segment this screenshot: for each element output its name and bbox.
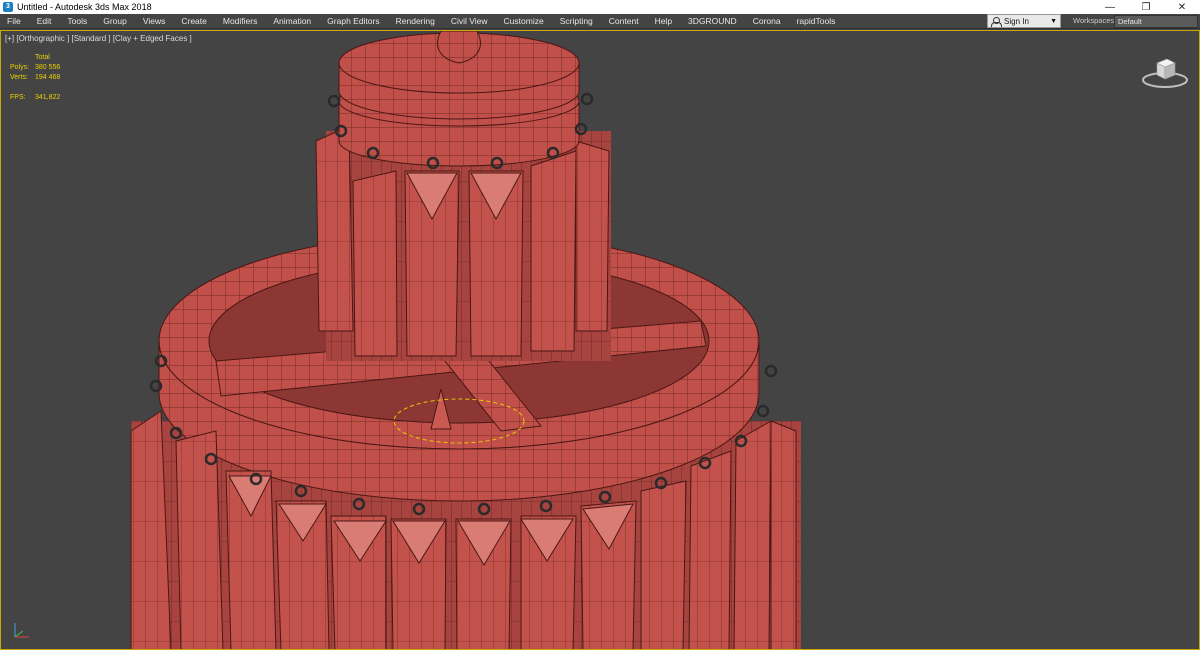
stats-total-label: Total bbox=[35, 54, 50, 61]
menu-help[interactable]: Help bbox=[647, 16, 680, 26]
menu-content[interactable]: Content bbox=[601, 16, 647, 26]
menu-rapidtools[interactable]: rapidTools bbox=[789, 16, 844, 26]
workspaces-label: Workspaces: bbox=[1073, 16, 1117, 25]
workspaces-select[interactable]: Default bbox=[1114, 15, 1198, 28]
viewcube-icon[interactable] bbox=[1139, 51, 1191, 91]
menu-scripting[interactable]: Scripting bbox=[552, 16, 601, 26]
stats-fps-label: FPS: bbox=[10, 94, 26, 101]
menu-edit[interactable]: Edit bbox=[29, 16, 60, 26]
menu-customize[interactable]: Customize bbox=[496, 16, 552, 26]
stats-polys-label: Polys: bbox=[10, 64, 30, 71]
menu-civil-view[interactable]: Civil View bbox=[443, 16, 496, 26]
menu-corona[interactable]: Corona bbox=[745, 16, 789, 26]
viewport-label-menu[interactable]: [+] [Orthographic ] [Standard ] [Clay + … bbox=[5, 34, 192, 43]
minimize-button[interactable]: — bbox=[1092, 0, 1128, 14]
menu-modifiers[interactable]: Modifiers bbox=[215, 16, 265, 26]
user-icon bbox=[991, 16, 1002, 27]
menu-tools[interactable]: Tools bbox=[59, 16, 95, 26]
close-button[interactable]: ✕ bbox=[1164, 0, 1200, 14]
sign-in-dropdown[interactable]: Sign In ▼ bbox=[987, 14, 1061, 28]
menu-graph-editors[interactable]: Graph Editors bbox=[319, 16, 387, 26]
menu-rendering[interactable]: Rendering bbox=[388, 16, 443, 26]
stats-verts-value: 194 468 bbox=[35, 74, 61, 81]
chandelier-model bbox=[130, 31, 801, 649]
stats-verts-label: Verts: bbox=[10, 74, 28, 81]
sign-in-label: Sign In bbox=[1004, 16, 1029, 26]
stats-fps-value: 341,822 bbox=[35, 94, 61, 101]
menu-3dground[interactable]: 3DGROUND bbox=[680, 16, 745, 26]
title-bar: 3 Untitled - Autodesk 3ds Max 2018 — ❐ ✕ bbox=[0, 0, 1200, 14]
menu-bar: File Edit Tools Group Views Create Modif… bbox=[0, 14, 1200, 29]
menu-file[interactable]: File bbox=[0, 16, 29, 26]
chevron-down-icon: ▼ bbox=[1050, 17, 1057, 25]
menu-group[interactable]: Group bbox=[95, 16, 135, 26]
window-title: Untitled - Autodesk 3ds Max 2018 bbox=[17, 2, 152, 12]
menu-views[interactable]: Views bbox=[135, 16, 174, 26]
menu-create[interactable]: Create bbox=[173, 16, 215, 26]
axis-tripod-icon bbox=[14, 623, 29, 638]
statistics-overlay: Total Polys: 380 556 Verts: 194 468 FPS: 34… bbox=[10, 53, 60, 103]
3dsmax-app-icon[interactable]: 3 bbox=[3, 2, 13, 12]
viewport-orthographic[interactable]: [+] [Orthographic ] [Standard ] [Clay + … bbox=[0, 30, 1200, 650]
upper-ring bbox=[327, 31, 594, 170]
menu-animation[interactable]: Animation bbox=[265, 16, 319, 26]
maximize-button[interactable]: ❐ bbox=[1128, 0, 1164, 14]
stats-polys-value: 380 556 bbox=[35, 64, 61, 71]
